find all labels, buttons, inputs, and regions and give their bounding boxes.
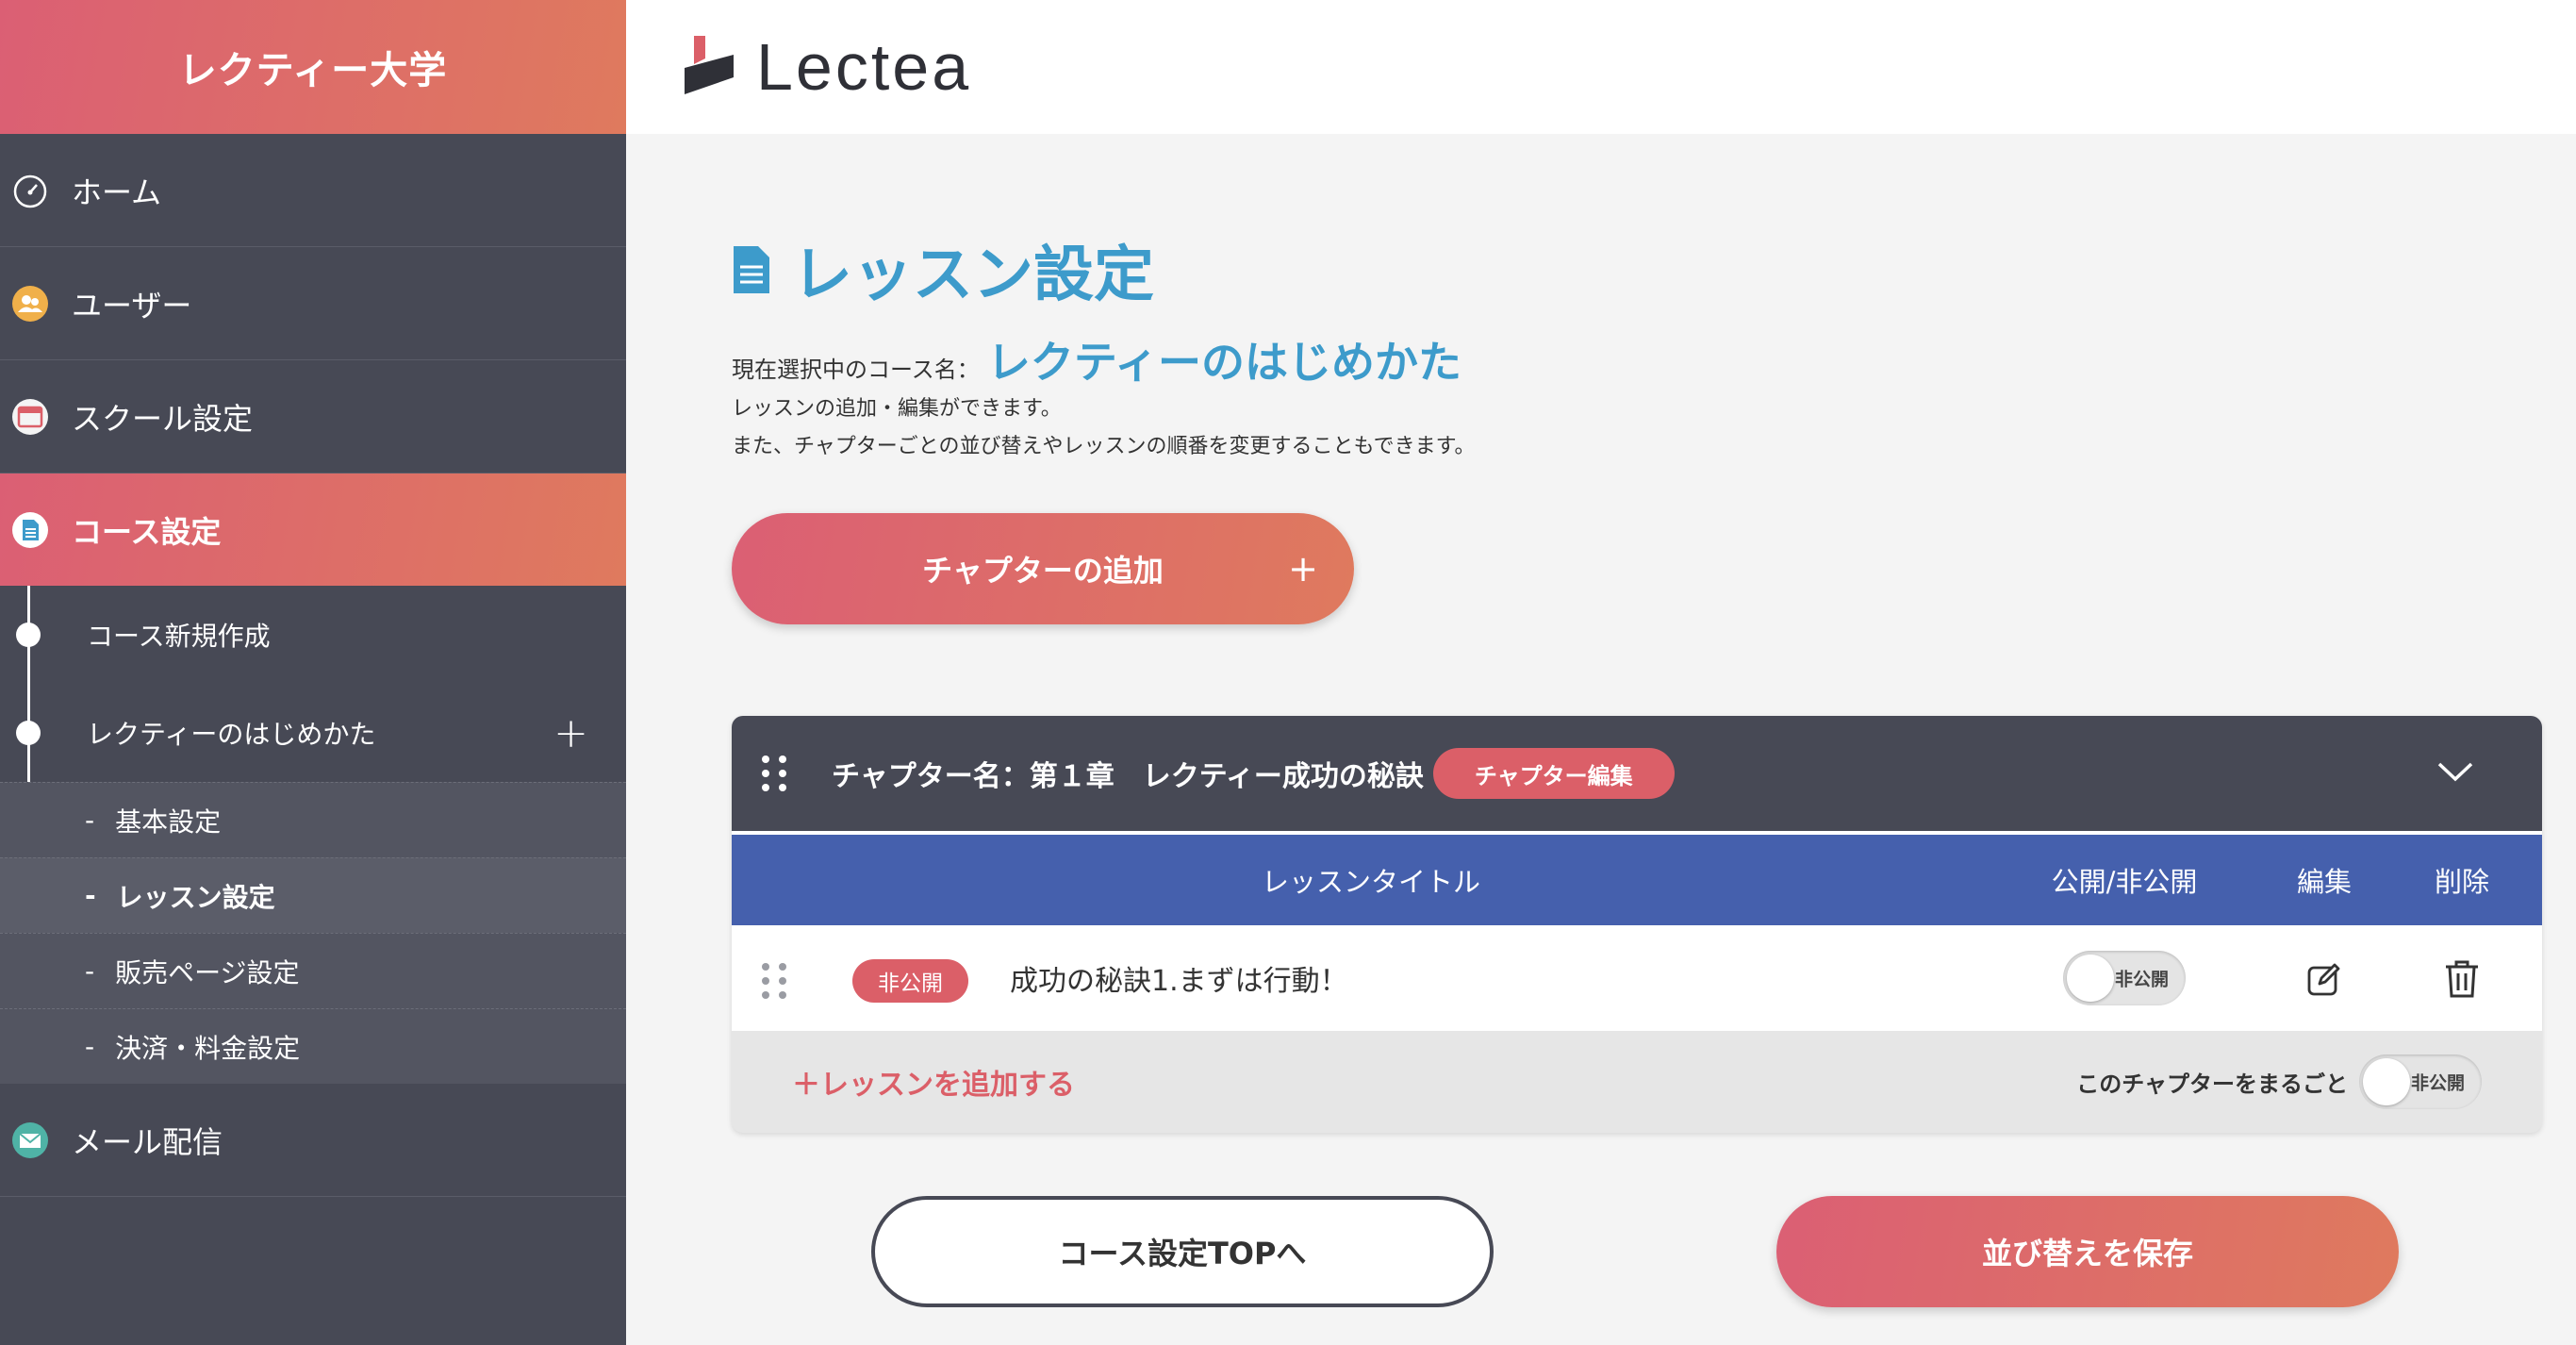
chapter-header: チャプター名：第１章 レクティー成功の秘訣 チャプター編集: [732, 716, 2542, 831]
dash-marker: -: [85, 955, 95, 987]
users-icon: [11, 285, 49, 323]
status-badge: 非公開: [852, 959, 968, 1003]
lesson-table-header: レッスンタイトル 公開/非公開 編集 削除: [732, 831, 2542, 925]
mail-icon: [11, 1121, 49, 1159]
sidebar-item-label: メール配信: [72, 1123, 223, 1160]
visibility-toggle[interactable]: 非公開: [2063, 951, 2186, 1005]
document-icon: [11, 511, 49, 549]
add-lesson-link[interactable]: ＋レッスンを追加する: [792, 1061, 1075, 1103]
sidebar-item-home[interactable]: ホーム: [0, 134, 626, 247]
subnav-payment-settings[interactable]: - 決済・料金設定: [0, 1008, 626, 1084]
page-title-row: レッスン設定: [732, 226, 2542, 313]
sidebar-item-label: コース設定: [72, 513, 222, 550]
sidebar: レクティー大学 ホーム ユーザー スクール設定 コース設定 コース新規作成 レク…: [0, 0, 626, 1345]
drag-handle-icon[interactable]: [762, 963, 786, 999]
subnav-label: レッスン設定: [116, 881, 275, 913]
sidebar-item-label: ユーザー: [72, 287, 192, 324]
dash-marker: -: [85, 805, 95, 836]
dash-marker: -: [85, 880, 96, 911]
page-title: レッスン設定: [792, 241, 1154, 310]
course-subnav: コース新規作成 レクティーのはじめかた +: [0, 586, 626, 782]
subnav-item-label: レクティーのはじめかた: [87, 719, 376, 750]
lesson-row: 非公開 成功の秘訣1.まずは行動！ 非公開: [732, 925, 2542, 1031]
add-chapter-button[interactable]: チャプターの追加 +: [732, 513, 1354, 624]
chapter-title: チャプター名：第１章 レクティー成功の秘訣: [832, 760, 1424, 793]
add-chapter-label: チャプターの追加: [922, 553, 1164, 589]
dashboard-icon: [11, 172, 49, 209]
subnav-label: 基本設定: [115, 805, 222, 838]
brand-title[interactable]: レクティー大学: [0, 0, 626, 134]
logo[interactable]: Lectea: [685, 29, 971, 105]
column-edit: 編集: [2296, 866, 2353, 898]
subnav-label: 決済・料金設定: [115, 1032, 301, 1064]
trash-icon[interactable]: [2444, 959, 2480, 999]
toggle-knob: [2067, 955, 2114, 1002]
chapter-footer: ＋レッスンを追加する このチャプターをまるごと 非公開: [732, 1031, 2542, 1133]
document-icon: [734, 246, 769, 293]
whole-chapter-visibility-toggle[interactable]: 非公開: [2359, 1054, 2482, 1109]
logo-text: Lectea: [756, 30, 972, 104]
subnav-item-new-course[interactable]: コース新規作成: [0, 586, 626, 684]
drag-handle-icon[interactable]: [762, 756, 786, 791]
description-line: また、チャプターごとの並び替えやレッスンの順番を変更することもできます。: [732, 435, 1476, 458]
subnav-dot: [16, 721, 41, 745]
chapter-card: チャプター名：第１章 レクティー成功の秘訣 チャプター編集 レッスンタイトル 公…: [732, 716, 2542, 1133]
subnav-label: 販売ページ設定: [115, 956, 300, 988]
toggle-label: 非公開: [2114, 969, 2169, 990]
plus-icon: +: [1288, 548, 1318, 589]
subnav-item-label: コース新規作成: [87, 621, 271, 652]
course-label: 現在選択中のコース名：: [732, 357, 980, 383]
sidebar-item-school-settings[interactable]: スクール設定: [0, 360, 626, 473]
subnav-basic-settings[interactable]: - 基本設定: [0, 782, 626, 857]
sidebar-item-mail[interactable]: メール配信: [0, 1084, 626, 1197]
toggle-label: 非公開: [2410, 1072, 2465, 1094]
window-icon: [11, 398, 49, 436]
current-course: 現在選択中のコース名： レクティーのはじめかた: [732, 328, 2542, 390]
dash-marker: -: [85, 1031, 95, 1062]
logo-mark-icon: [685, 36, 734, 94]
column-lesson-title: レッスンタイトル: [1261, 866, 1481, 898]
sidebar-item-label: スクール設定: [72, 400, 254, 437]
main-content: レッスン設定 現在選択中のコース名： レクティーのはじめかた レッスンの追加・編…: [732, 134, 2542, 1307]
course-settings-top-button[interactable]: コース設定TOPへ: [871, 1196, 1494, 1307]
sidebar-item-label: ホーム: [72, 174, 162, 210]
subnav-dot: [16, 623, 41, 647]
column-delete: 削除: [2434, 866, 2490, 898]
chevron-down-icon[interactable]: [2436, 760, 2474, 783]
subnav-sales-page-settings[interactable]: - 販売ページ設定: [0, 933, 626, 1008]
description-line: レッスンの追加・編集ができます。: [732, 397, 1062, 421]
expand-plus-icon[interactable]: +: [553, 709, 588, 757]
subnav-item-current-course[interactable]: レクティーのはじめかた +: [0, 684, 626, 782]
sidebar-item-course-settings[interactable]: コース設定: [0, 473, 626, 586]
edit-icon[interactable]: [2306, 961, 2342, 997]
lesson-title: 成功の秘訣1.まずは行動！: [1010, 965, 1348, 998]
course-name: レクティーのはじめかた: [986, 337, 1462, 388]
whole-chapter-label: このチャプターをまるごと: [2076, 1071, 2348, 1098]
sidebar-item-users[interactable]: ユーザー: [0, 247, 626, 360]
chapter-edit-button[interactable]: チャプター編集: [1432, 748, 1675, 799]
toggle-knob: [2363, 1058, 2410, 1105]
subnav-lesson-settings[interactable]: - レッスン設定: [0, 857, 626, 933]
column-visibility: 公開/非公開: [2051, 866, 2198, 898]
save-order-button[interactable]: 並び替えを保存: [1776, 1196, 2399, 1307]
top-header: Lectea: [626, 0, 2576, 134]
